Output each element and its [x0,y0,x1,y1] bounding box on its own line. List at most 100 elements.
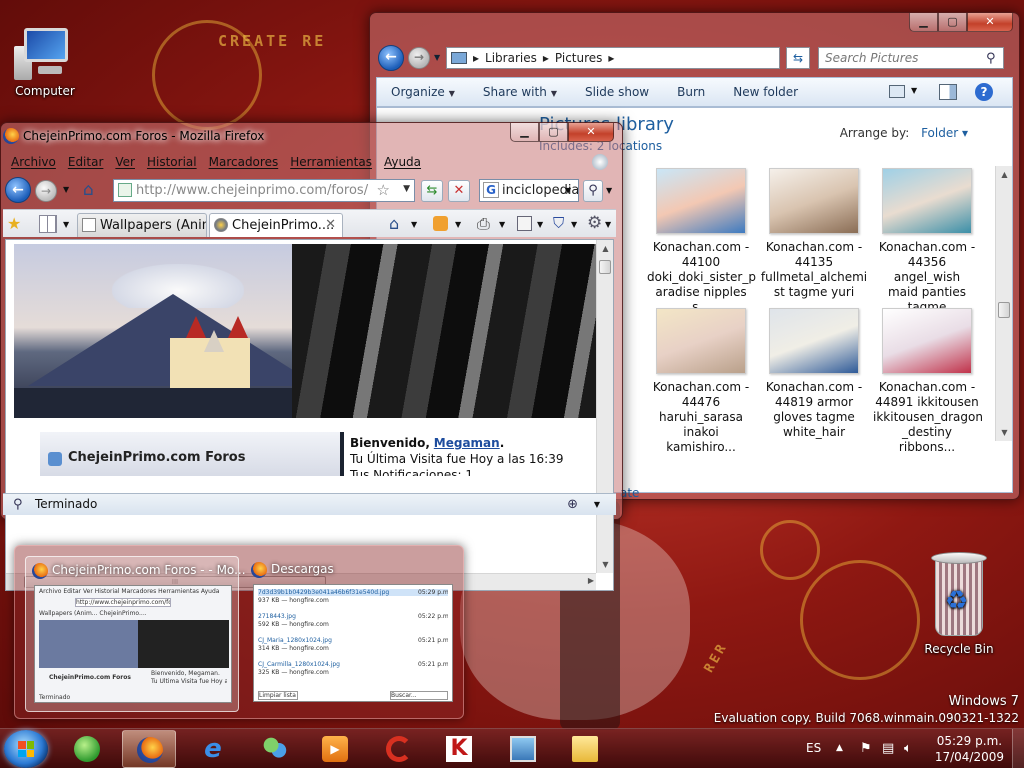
bookmark-star-icon[interactable]: ☆ [377,181,390,199]
thumbnail-item[interactable]: Konachan.com - 44100 doki_doki_sister_p … [647,168,756,315]
menu-ver[interactable]: Ver [109,155,141,169]
page-dropdown-icon[interactable]: ▼ [537,220,543,229]
vertical-scrollbar[interactable]: ▲ ▼ [596,240,613,573]
breadcrumb-libraries[interactable]: Libraries [485,51,537,65]
tab-list-dropdown-icon[interactable]: ▼ [63,220,69,229]
feed-dropdown-icon[interactable]: ▼ [455,220,461,229]
site-identity-icon[interactable] [118,183,132,197]
scroll-down-icon[interactable]: ▼ [996,424,1013,441]
maximize-button[interactable]: ▢ [938,13,967,32]
taskbar-pictures[interactable] [496,730,550,768]
thumbnail-firefox[interactable]: ChejeinPrimo.com Foros - - Mo... Archivo… [25,556,246,712]
taskbar-windows-media-center[interactable] [60,730,114,768]
show-hidden-icons-icon[interactable]: ▲ [836,743,843,753]
taskbar-firefox[interactable] [122,730,176,768]
search-icon[interactable]: ⚲ [986,51,996,66]
volume-icon[interactable]: 🔈︎ [904,741,912,756]
tab-close-icon[interactable]: ✕ [325,217,336,232]
action-center-flag-icon[interactable]: ⚑ [860,741,872,756]
menu-archivo[interactable]: Archivo [5,155,62,169]
home-dropdown-icon[interactable]: ▼ [411,220,417,229]
taskbar-kaspersky[interactable]: K [432,730,486,768]
taskbar-messenger[interactable] [248,730,302,768]
menu-editar[interactable]: Editar [62,155,110,169]
view-icon[interactable] [889,85,905,98]
close-button[interactable]: ✕ [967,13,1013,32]
refresh-icon[interactable]: ⇆ [786,47,810,69]
burn-button[interactable]: Burn [663,85,719,99]
menu-marcadores[interactable]: Marcadores [203,155,285,169]
view-dropdown-icon[interactable]: ▼ [911,86,917,95]
search-icon[interactable]: ⚲ [583,180,603,202]
safety-dropdown-icon[interactable]: ▼ [571,220,577,229]
thumbnail-downloads[interactable]: Descargas 7d3d39b1b0429b3e041a46b6f31e54… [245,556,455,712]
url-dropdown-icon[interactable]: ▼ [403,184,410,194]
share-with-button[interactable]: Share with ▼ [469,85,571,99]
print-icon[interactable]: ⎙ [477,214,490,234]
forum-title[interactable]: ChejeinPrimo.com Foros [68,450,245,465]
search-engine-dropdown-icon[interactable]: ▼ [565,186,571,195]
preview-pane-icon[interactable] [939,84,957,100]
thumbnail-item[interactable]: Konachan.com - 44135 fullmetal_alchemi s… [760,168,868,300]
tab-wallpapers[interactable]: Wallpapers (Anim... [77,213,207,237]
recent-pages-icon[interactable]: ▼ [434,53,440,62]
search-input[interactable]: G inciclopedia [479,179,579,202]
minimize-button[interactable]: ▁ [510,123,539,142]
organize-button[interactable]: Organize ▼ [377,85,469,99]
scroll-up-icon[interactable]: ▲ [597,240,614,257]
back-button[interactable]: ← [378,45,404,71]
print-dropdown-icon[interactable]: ▼ [499,220,505,229]
thumbnail-item[interactable]: Konachan.com - 44891 ikkitousen ikkitous… [873,308,983,455]
thumbnail-item[interactable]: Konachan.com - 44356 angel_wish maid pan… [873,168,981,330]
scroll-right-icon[interactable]: ▶ [588,576,594,585]
language-indicator[interactable]: ES [806,741,821,755]
new-folder-button[interactable]: New folder [719,85,812,99]
feed-icon[interactable] [433,216,448,231]
home-icon[interactable]: ⌂ [83,180,94,200]
history-dropdown-icon[interactable]: ▼ [63,185,69,194]
slide-show-button[interactable]: Slide show [571,85,663,99]
desktop-icon-computer[interactable]: Computer [2,26,88,98]
thumbnail-item[interactable]: Konachan.com - 44476 haruhi_sarasa inako… [647,308,755,455]
help-icon[interactable]: ? [975,83,993,101]
stop-icon[interactable]: ✕ [448,180,470,202]
page-icon[interactable] [517,216,532,231]
menu-ayuda[interactable]: Ayuda [378,155,427,169]
tab-overview-icon[interactable] [39,215,57,233]
forum-home-icon[interactable] [48,452,62,466]
menu-historial[interactable]: Historial [141,155,203,169]
url-input[interactable]: http://www.chejeinprimo.com/foros/ ☆ ▼ [113,179,415,202]
scrollbar-thumb[interactable] [998,302,1010,318]
google-icon[interactable]: G [483,182,499,198]
clock[interactable]: 05:29 p.m. 17/04/2009 [935,733,1004,765]
minimize-button[interactable]: ▁ [909,13,938,32]
notifications-text[interactable]: Tus Notificaciones: 1 [350,467,558,476]
desktop-icon-recycle-bin[interactable]: ♻ Recycle Bin [916,552,1002,656]
taskbar-media-player[interactable]: ▶ [308,730,362,768]
address-bar[interactable]: ▸ Libraries ▸ Pictures ▸ [446,47,780,69]
reload-icon[interactable]: ⇆ [421,180,443,202]
close-button[interactable]: ✕ [568,123,614,142]
arrange-folder-dropdown[interactable]: Folder ▾ [921,126,968,140]
search-input[interactable]: Search Pictures [818,47,1004,69]
firefox-window[interactable]: ChejeinPrimo.com Foros - Mozilla Firefox… [0,122,623,591]
show-desktop-button[interactable] [1012,729,1024,768]
search-dropdown-icon[interactable]: ▼ [606,186,612,195]
bookmarks-star-icon[interactable]: ★ [7,214,21,233]
taskbar-internet-explorer[interactable]: e [186,730,240,768]
gear-icon[interactable]: ⚙ [587,213,602,233]
forward-button[interactable]: → [408,47,430,69]
back-button[interactable]: ← [5,177,31,203]
taskbar-windows-explorer[interactable] [558,730,612,768]
menu-herramientas[interactable]: Herramientas [284,155,378,169]
tab-chejeinprimo[interactable]: ChejeinPrimo.... ✕ [209,213,343,237]
maximize-button[interactable]: ▢ [539,123,568,142]
safety-shield-icon[interactable]: ⛉ [553,214,564,232]
thumbnail-item[interactable]: Konachan.com - 44819 armor gloves tagme … [760,308,868,440]
scrollbar-thumb[interactable] [599,260,611,274]
zoom-dropdown-icon[interactable]: ▼ [594,500,600,509]
breadcrumb-pictures[interactable]: Pictures [555,51,603,65]
network-icon[interactable]: ▤ [882,741,894,756]
zoom-icon[interactable]: ⊕ [567,497,578,512]
scroll-down-icon[interactable]: ▼ [597,556,614,573]
